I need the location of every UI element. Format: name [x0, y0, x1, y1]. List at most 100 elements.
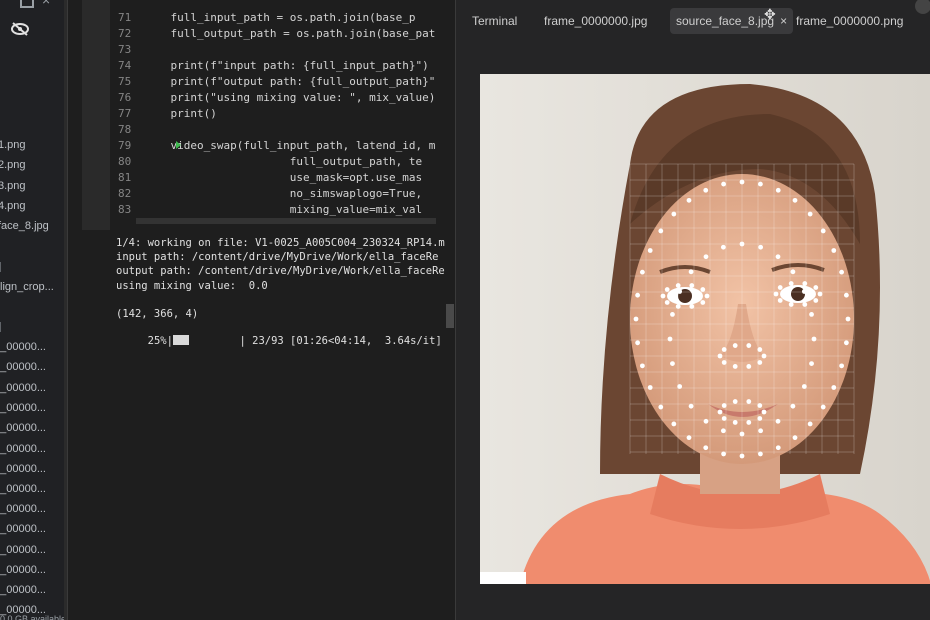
landmark-dot [739, 241, 745, 247]
landmark-dot [647, 385, 653, 390]
viewer-tab-bar: Terminal frame_0000000.jpg source_face_8… [456, 0, 930, 36]
avatar[interactable] [915, 0, 930, 14]
landmark-dot [807, 421, 813, 427]
landmark-dot [639, 269, 645, 275]
code-line[interactable]: 73 [68, 42, 144, 58]
file-item[interactable]: 2.png [0, 158, 26, 172]
landmark-dot [761, 353, 767, 359]
line-number: 83 [118, 203, 132, 216]
landmark-dot [677, 289, 683, 294]
tab-label: frame_0000000.png [796, 14, 904, 28]
editor-horizontal-scrollbar[interactable] [136, 218, 436, 224]
code-text: full_output_path = os.path.join(base_pat [144, 27, 436, 40]
hide-files-icon[interactable] [10, 22, 30, 36]
landmark-dot [703, 445, 709, 451]
landmark-dot [761, 409, 767, 415]
landmark-dot [802, 302, 808, 307]
code-text: print("using mixing value: ", mix_value) [144, 91, 436, 104]
run-indicator-icon [176, 141, 181, 149]
code-editor[interactable]: 71 full_input_path = os.path.join(base_p… [68, 0, 514, 230]
landmark-dot [802, 281, 808, 286]
landmark-dot [670, 312, 675, 317]
code-line[interactable]: 79 video_swap(full_input_path, latend_id… [68, 138, 435, 154]
progress-prefix: 25%| [141, 335, 173, 347]
landmark-dot [788, 281, 794, 286]
landmark-dot [817, 291, 823, 297]
file-item[interactable]: e_00000... [0, 462, 46, 476]
file-item[interactable]: lign_crop... [0, 280, 54, 294]
line-number: 71 [118, 11, 132, 24]
landmark-dot [658, 404, 664, 410]
output-scrollbar-thumb[interactable] [446, 304, 454, 328]
file-item[interactable]: e_00000... [0, 442, 46, 456]
file-item[interactable]: 1.png [0, 138, 26, 152]
close-tab-icon[interactable]: × [780, 14, 787, 28]
code-line[interactable]: 75 print(f"output path: {full_output_pat… [68, 74, 435, 90]
landmark-dot [809, 361, 814, 366]
code-line[interactable]: 81 use_mask=opt.use_mas [68, 170, 422, 186]
landmark-dot [813, 298, 819, 303]
landmark-dot [775, 445, 781, 451]
file-item[interactable]: e_00000... [0, 522, 46, 536]
landmark-dot [757, 360, 763, 365]
landmark-dot [845, 316, 851, 322]
code-text: video_swap(full_input_path, latend_id, m [144, 139, 436, 152]
file-item[interactable]: e_00000... [0, 502, 46, 516]
landmark-dot [732, 420, 738, 425]
file-item[interactable]: e_00000... [0, 563, 46, 577]
code-text: full_input_path = os.path.join(base_p [144, 11, 416, 24]
file-panel-scrollbar[interactable] [64, 0, 67, 620]
landmark-dot [721, 347, 727, 352]
code-line[interactable]: 78 [68, 122, 144, 138]
landmark-dot [658, 228, 664, 234]
file-item[interactable]: face_8.jpg [0, 219, 49, 233]
code-line[interactable]: 80 full_output_path, te [68, 154, 422, 170]
landmark-dot [757, 403, 763, 408]
landmark-dot [720, 428, 726, 434]
line-number: 76 [118, 91, 132, 104]
line-number: 72 [118, 27, 132, 40]
landmark-dot [775, 254, 781, 260]
tab-frame-jpg[interactable]: frame_0000000.jpg [538, 8, 653, 34]
file-item[interactable]: e_00000... [0, 340, 46, 354]
landmark-dot [792, 435, 798, 441]
code-line[interactable]: 74 print(f"input path: {full_input_path}… [68, 58, 429, 74]
tab-label: source_face_8.jpg [676, 14, 775, 28]
tab-terminal[interactable]: Terminal [466, 8, 523, 34]
code-line[interactable]: 71 full_input_path = os.path.join(base_p [68, 10, 416, 26]
landmark-dot [807, 211, 813, 217]
progress-suffix: | 23/93 [01:26<04:14, 3.64s/it] [188, 335, 442, 347]
landmark-dot [758, 451, 763, 457]
landmark-dot [704, 293, 710, 299]
code-line[interactable]: 77 print() [68, 106, 217, 122]
landmark-dot [689, 283, 695, 288]
file-item[interactable]: e_00000... [0, 543, 46, 557]
file-item[interactable]: e_00000... [0, 583, 46, 597]
landmark-dot [820, 228, 826, 234]
file-item[interactable]: e_00000... [0, 360, 46, 374]
folder-refresh-icon[interactable] [20, 0, 34, 8]
code-line[interactable]: 76 print("using mixing value: ", mix_val… [68, 90, 435, 106]
file-item[interactable]: 3.png [0, 179, 26, 193]
file-item[interactable]: e_00000... [0, 421, 46, 435]
code-line[interactable]: 82 no_simswaplogo=True, [68, 186, 422, 202]
output-line: using mixing value: 0.0 [116, 279, 268, 292]
file-item[interactable]: 4.png [0, 199, 26, 213]
file-item[interactable]: e_00000... [0, 482, 46, 496]
landmark-dot [843, 340, 849, 346]
file-item[interactable]: e_00000... [0, 401, 46, 415]
code-text: no_simswaplogo=True, [144, 187, 423, 200]
landmark-dot [686, 435, 692, 441]
landmark-dot [671, 421, 677, 427]
code-line[interactable]: 72 full_output_path = os.path.join(base_… [68, 26, 435, 42]
tab-frame-png[interactable]: frame_0000000.png [790, 8, 909, 34]
code-line[interactable]: 83 mixing_value=mix_val [68, 202, 422, 218]
landmark-dot [732, 364, 738, 369]
image-viewer-panel: Terminal frame_0000000.jpg source_face_8… [455, 0, 930, 620]
landmark-dot [732, 343, 738, 348]
landmark-dot [746, 420, 752, 425]
tree-guide [0, 322, 3, 332]
line-number: 75 [118, 75, 132, 88]
close-panel-icon[interactable]: × [42, 0, 50, 8]
file-item[interactable]: e_00000... [0, 381, 46, 395]
